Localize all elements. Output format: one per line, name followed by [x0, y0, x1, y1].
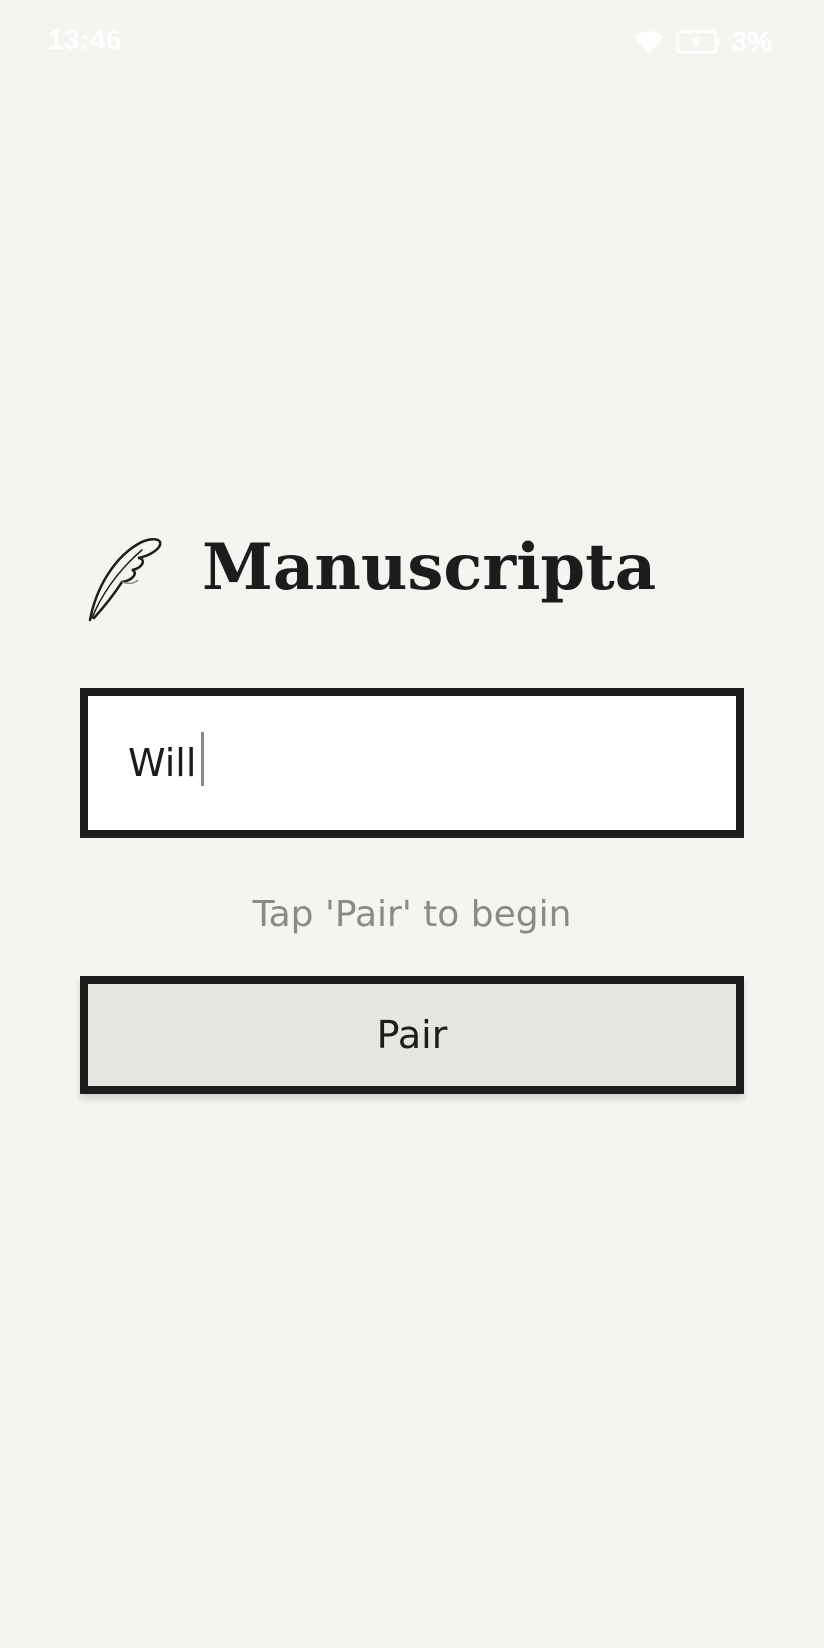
name-field-container: [80, 688, 744, 838]
quill-icon: [86, 528, 166, 628]
status-icons: 3%: [632, 26, 772, 58]
status-bar: 13:46 3%: [0, 0, 824, 84]
name-input[interactable]: [88, 696, 736, 830]
app-title: Manuscripta: [202, 530, 657, 605]
hint-text: Tap 'Pair' to begin: [252, 894, 572, 935]
text-cursor: [201, 732, 204, 786]
status-time: 13:46: [48, 24, 123, 55]
wifi-icon: [632, 29, 666, 55]
battery-charging-icon: [675, 29, 722, 55]
app-brand: Manuscripta: [86, 520, 746, 622]
pair-button[interactable]: Pair: [80, 976, 744, 1094]
battery-percentage: 3%: [731, 26, 772, 57]
